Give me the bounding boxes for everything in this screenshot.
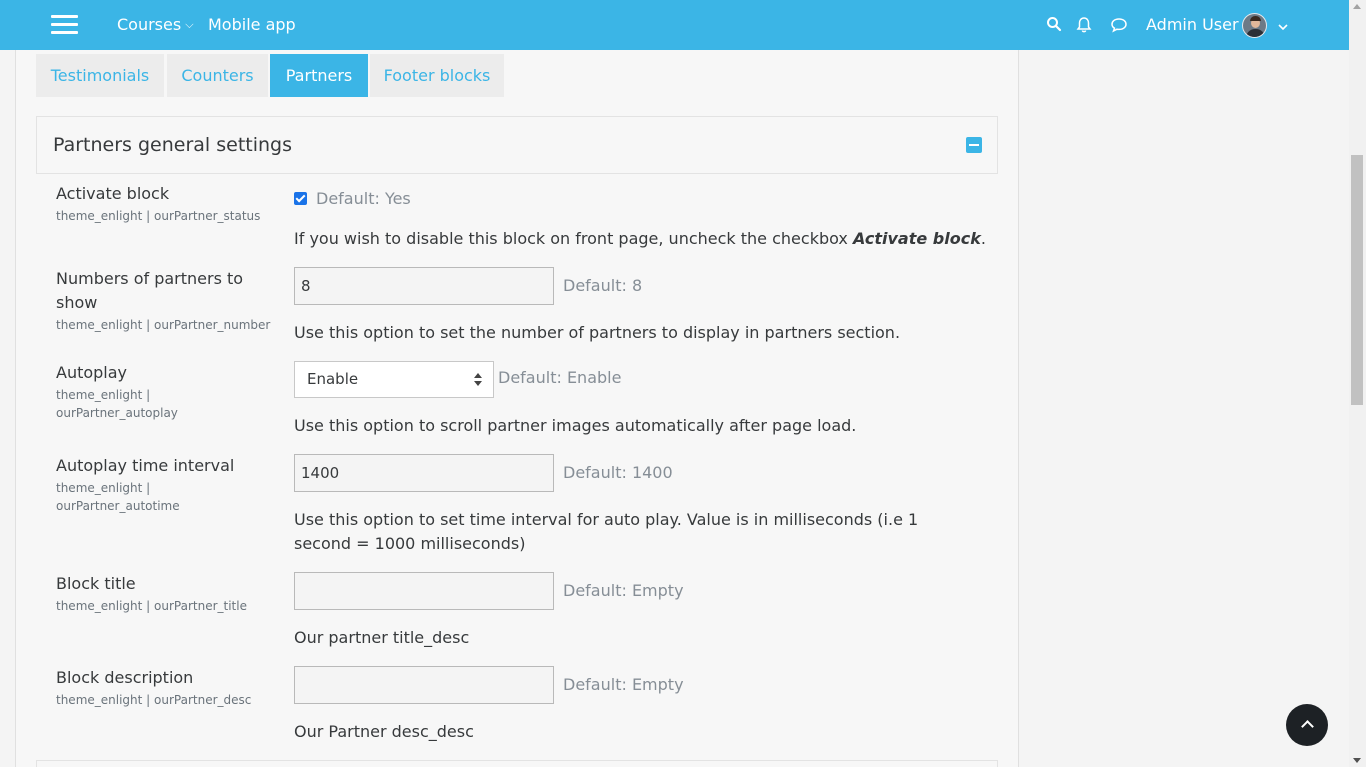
activate-block-description: If you wish to disable this block on fro…	[294, 229, 986, 248]
autoplay-default: Default: Enable	[498, 368, 622, 387]
autoplay-time-description: Use this option to set time interval for…	[294, 510, 919, 553]
block-title-label: Block title	[56, 574, 136, 593]
search-icon[interactable]	[1046, 16, 1064, 34]
block-title-description: Our partner title_desc	[294, 628, 470, 647]
activate-block-label: Activate block	[56, 184, 170, 203]
block-title-default: Default: Empty	[563, 581, 684, 600]
activate-block-default: Default: Yes	[316, 189, 411, 208]
activate-block-checkbox[interactable]	[294, 192, 307, 205]
nav-mobile-app-link[interactable]: Mobile app	[208, 15, 296, 34]
top-navbar: Courses ⌵ Mobile app Admin User	[0, 0, 1349, 50]
partners-number-description: Use this option to set the number of par…	[294, 323, 901, 342]
user-menu-name[interactable]: Admin User	[1146, 15, 1239, 34]
scroll-down-arrow-icon[interactable]	[1353, 758, 1361, 763]
block-description-label: Block description	[56, 668, 194, 687]
scrollbar-thumb[interactable]	[1351, 155, 1363, 405]
activate-block-key: theme_enlight | ourPartner_status	[56, 209, 261, 223]
chevron-down-icon: ⌵	[185, 18, 194, 31]
autoplay-label: Autoplay	[56, 363, 128, 382]
avatar[interactable]	[1242, 13, 1267, 38]
section-title: Partners general settings	[53, 134, 293, 156]
tab-footer-blocks[interactable]: Footer blocks	[370, 54, 504, 97]
tab-partners[interactable]: Partners	[270, 54, 368, 97]
block-description-key: theme_enlight | ourPartner_desc	[56, 693, 252, 707]
back-to-top-button[interactable]	[1286, 704, 1328, 746]
partners-number-label: Numbers of partners to show	[56, 269, 244, 312]
autoplay-time-label: Autoplay time interval	[56, 456, 235, 475]
collapse-section-icon[interactable]	[966, 137, 982, 153]
autoplay-time-input[interactable]: 1400	[294, 454, 554, 492]
nav-courses-label: Courses	[117, 15, 182, 34]
scroll-up-arrow-icon[interactable]	[1353, 4, 1361, 9]
bell-icon[interactable]	[1075, 16, 1093, 34]
right-blank-area	[1020, 50, 1349, 767]
nav-courses-dropdown[interactable]: Courses ⌵	[117, 15, 194, 34]
tab-counters[interactable]: Counters	[167, 54, 268, 97]
autoplay-key: theme_enlight | ourPartner_autoplay	[56, 388, 178, 420]
autoplay-selected-value: Enable	[307, 370, 359, 388]
autoplay-time-key: theme_enlight | ourPartner_autotime	[56, 481, 180, 513]
next-section-edge	[36, 760, 998, 767]
partners-number-input[interactable]: 8	[294, 267, 554, 305]
block-description-description: Our Partner desc_desc	[294, 722, 474, 741]
hamburger-menu-icon[interactable]	[51, 14, 78, 36]
page-scrollbar[interactable]	[1349, 0, 1366, 767]
tab-testimonials[interactable]: Testimonials	[36, 54, 164, 97]
autoplay-time-default: Default: 1400	[563, 463, 673, 482]
section-header: Partners general settings	[36, 116, 998, 174]
partners-number-key: theme_enlight | ourPartner_number	[56, 318, 271, 332]
autoplay-description: Use this option to scroll partner images…	[294, 416, 857, 435]
chat-icon[interactable]	[1110, 16, 1128, 34]
block-title-input[interactable]	[294, 572, 554, 610]
block-description-input[interactable]	[294, 666, 554, 704]
select-arrows-icon	[474, 373, 482, 387]
block-title-key: theme_enlight | ourPartner_title	[56, 599, 247, 613]
chevron-down-icon[interactable]	[1278, 20, 1288, 34]
autoplay-select[interactable]: Enable	[294, 361, 494, 398]
partners-number-default: Default: 8	[563, 276, 643, 295]
block-description-default: Default: Empty	[563, 675, 684, 694]
